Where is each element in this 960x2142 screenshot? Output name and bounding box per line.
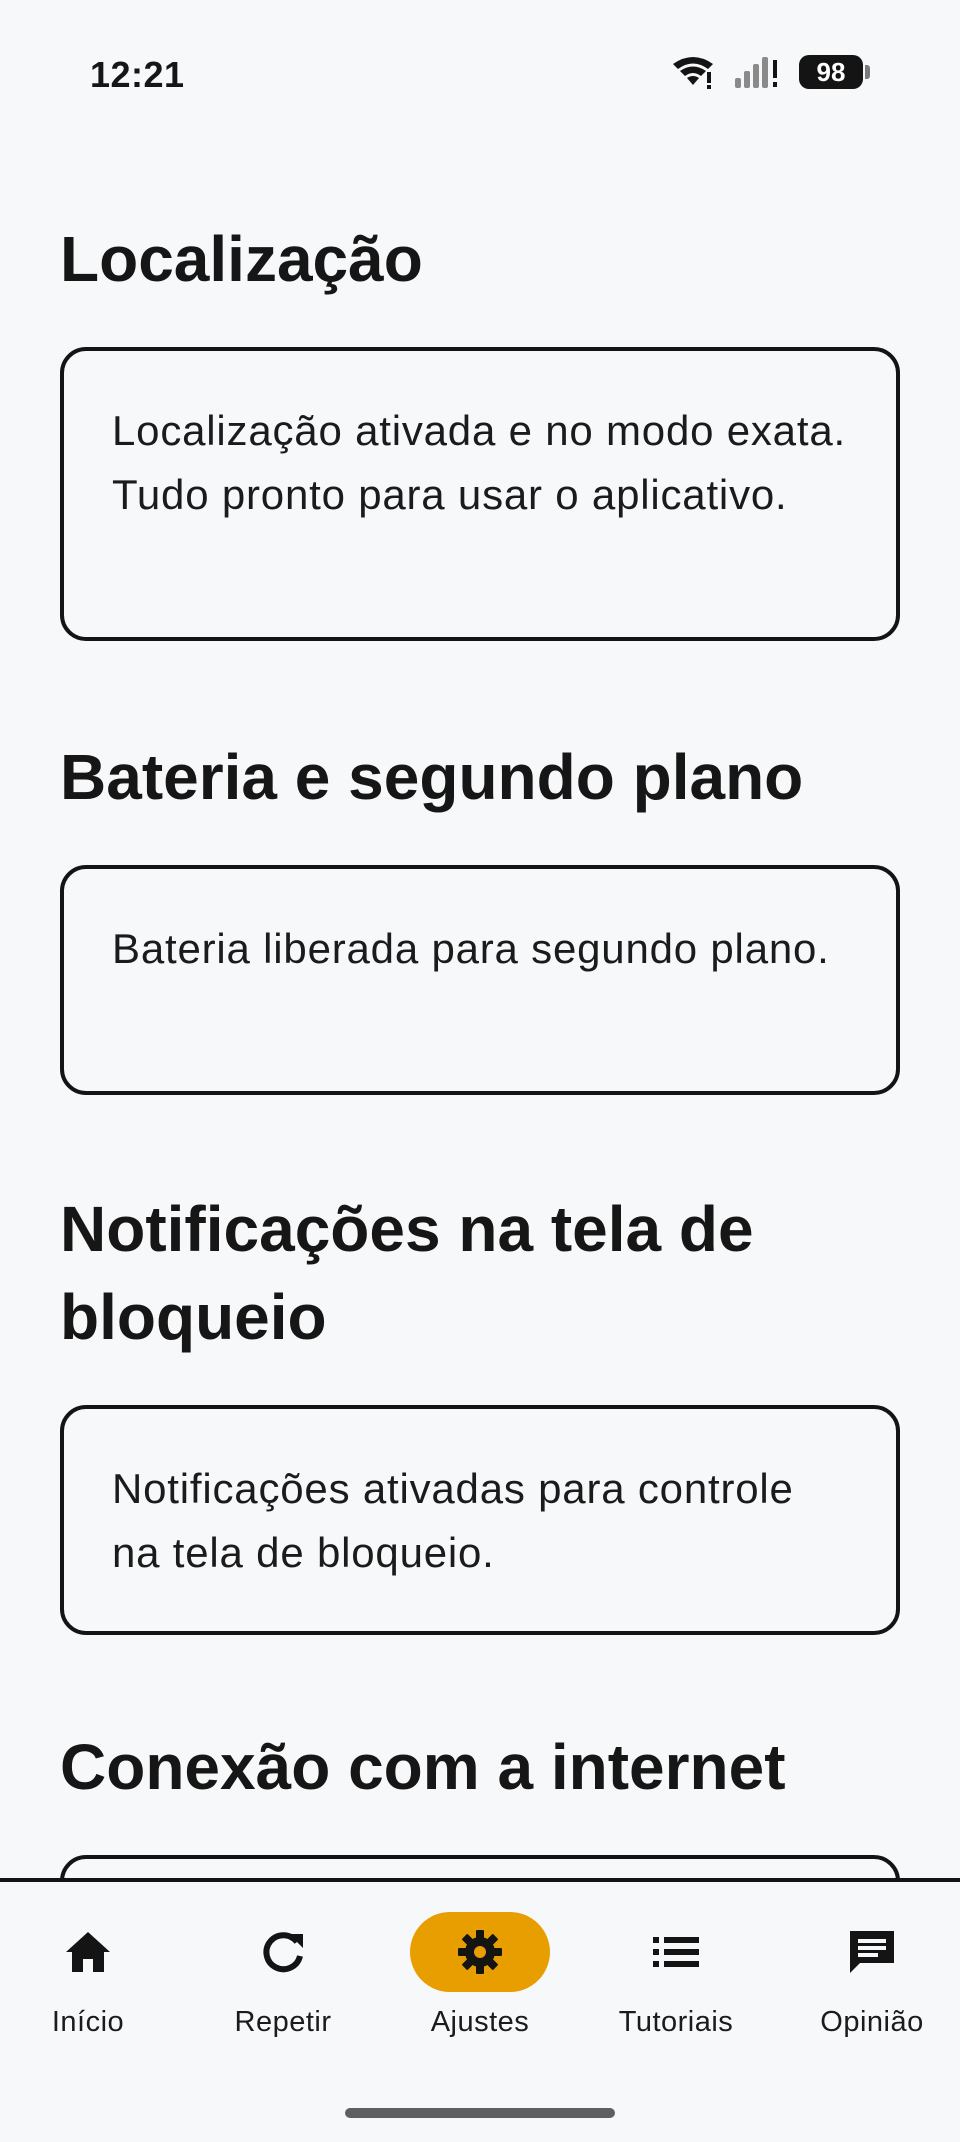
status-card-location: Localização ativada e no modo exata. Tud… bbox=[60, 347, 900, 641]
bottom-navigation: Início Repetir Ajustes Tutoriais Opinião bbox=[0, 1878, 960, 2142]
nav-item-ajustes[interactable]: Ajustes bbox=[390, 1912, 570, 2062]
nav-item-repetir[interactable]: Repetir bbox=[193, 1912, 373, 2062]
status-card-battery: Bateria liberada para segundo plano. bbox=[60, 865, 900, 1095]
status-bar: 12:21 98 bbox=[0, 0, 960, 150]
active-indicator bbox=[410, 1912, 550, 1992]
section-battery: Bateria e segundo plano Bateria liberada… bbox=[60, 733, 900, 1095]
status-card-notifications: Notificações ativadas para controle na t… bbox=[60, 1405, 900, 1635]
home-icon bbox=[62, 1928, 114, 1976]
status-icons: 98 bbox=[671, 54, 870, 90]
section-title: Conexão com a internet bbox=[60, 1731, 786, 1803]
nav-label: Tutoriais bbox=[618, 2006, 734, 2038]
refresh-icon bbox=[259, 1928, 307, 1976]
home-indicator[interactable] bbox=[345, 2108, 615, 2118]
list-icon bbox=[651, 1932, 701, 1972]
nav-item-tutoriais[interactable]: Tutoriais bbox=[586, 1912, 766, 2062]
nav-label: Ajustes bbox=[430, 2006, 530, 2038]
status-message: Localização ativada e no modo exata. Tud… bbox=[112, 407, 846, 518]
cellular-signal-icon bbox=[733, 54, 781, 90]
nav-item-inicio[interactable]: Início bbox=[0, 1912, 178, 2062]
battery-level: 98 bbox=[799, 55, 863, 89]
nav-item-opiniao[interactable]: Opinião bbox=[782, 1912, 960, 2062]
feedback-icon bbox=[846, 1927, 898, 1977]
battery-icon: 98 bbox=[799, 55, 870, 89]
nav-label: Repetir bbox=[234, 2006, 332, 2038]
section-title: Localização bbox=[60, 223, 423, 295]
section-location: Localização Localização ativada e no mod… bbox=[60, 215, 900, 641]
status-time: 12:21 bbox=[90, 54, 185, 95]
nav-label: Opinião bbox=[820, 2006, 924, 2038]
status-message: Notificações ativadas para controle na t… bbox=[112, 1465, 794, 1576]
wifi-icon bbox=[671, 54, 715, 90]
gear-icon bbox=[455, 1927, 505, 1977]
section-title: Notificações na tela de bloqueio bbox=[60, 1193, 754, 1353]
nav-label: Início bbox=[51, 2006, 125, 2038]
section-lockscreen-notifications: Notificações na tela de bloqueio Notific… bbox=[60, 1185, 900, 1635]
section-title: Bateria e segundo plano bbox=[60, 741, 804, 813]
status-message: Bateria liberada para segundo plano. bbox=[112, 925, 830, 972]
settings-content: Localização Localização ativada e no mod… bbox=[60, 215, 900, 2055]
